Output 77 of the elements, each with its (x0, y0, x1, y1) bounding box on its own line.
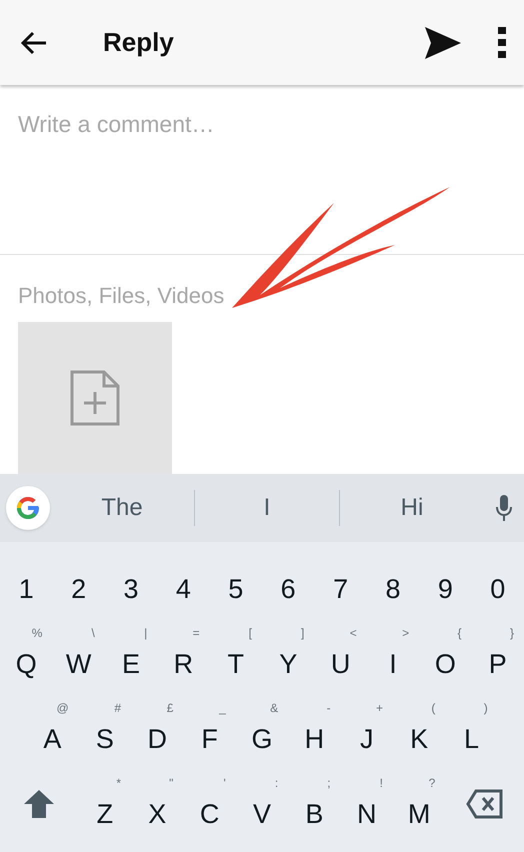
comment-field[interactable]: Write a comment… (0, 85, 524, 255)
keyboard-key[interactable]: - H (288, 692, 341, 767)
keyboard-key[interactable]: [ T (210, 616, 262, 692)
google-logo-icon[interactable] (6, 486, 50, 530)
key-hint: ; (327, 776, 331, 789)
keyboard-key[interactable]: 1 (0, 542, 52, 617)
key-hint: @ (56, 702, 69, 714)
keyboard-key[interactable]: @ A (26, 692, 79, 767)
key-hint: = (192, 626, 200, 639)
keyboard-key[interactable]: ; B (288, 766, 341, 842)
keyboard-key[interactable]: 9 (419, 542, 472, 617)
microphone-icon[interactable] (496, 494, 512, 522)
key-hint: _ (219, 702, 226, 714)
file-plus-icon (70, 370, 120, 426)
back-arrow-icon[interactable] (20, 30, 48, 55)
keyboard-key[interactable]: ] Y (262, 616, 314, 692)
word-suggestion[interactable]: I (195, 490, 339, 526)
keyboard-key[interactable]: ? M (392, 766, 446, 842)
key-hint: # (114, 702, 122, 714)
key-hint: : (274, 776, 278, 789)
keyboard-key[interactable]: & G (236, 692, 288, 767)
keyboard-key[interactable]: = R (157, 616, 210, 692)
attachments-label: Photos, Files, Videos (18, 282, 226, 310)
key-hint: > (402, 626, 410, 639)
keyboard-key[interactable]: 2 (52, 542, 105, 617)
app-bar-title: Reply (103, 26, 174, 60)
keyboard-key[interactable]: 8 (366, 542, 420, 617)
keyboard-key[interactable]: ' C (183, 766, 236, 842)
keyboard-key[interactable]: : V (236, 766, 288, 842)
keyboard-key[interactable]: ) L (445, 692, 498, 767)
key-hint: } (510, 626, 514, 639)
word-suggestion[interactable]: The (50, 490, 194, 526)
keyboard-key[interactable]: > I (366, 616, 420, 692)
key-hint: + (376, 702, 383, 714)
key-hint: ? (428, 776, 436, 789)
keyboard-key[interactable]: 4 (157, 542, 210, 617)
keyboard-key[interactable]: 6 (262, 542, 314, 617)
keyboard-key[interactable]: { O (419, 616, 472, 692)
keyboard-key[interactable]: # S (78, 692, 132, 767)
keyboard-key[interactable]: ! N (340, 766, 393, 842)
key-hint: - (326, 702, 331, 714)
keyboard-key[interactable]: 5 (210, 542, 262, 617)
key-hint: { (458, 626, 462, 639)
shift-arrow-icon (23, 789, 56, 820)
key-hint: ) (484, 702, 488, 714)
key-hint: ( (431, 702, 436, 714)
keyboard-key[interactable]: \ W (52, 616, 105, 692)
keyboard-key[interactable]: £ D (131, 692, 184, 767)
key-hint: ! (380, 776, 383, 789)
key-hint: ] (301, 626, 304, 639)
keyboard-key[interactable]: % Q (0, 616, 52, 692)
key-hint: £ (166, 702, 174, 714)
key-hint: " (169, 776, 174, 789)
keyboard-key[interactable]: < U (314, 616, 367, 692)
keyboard-key[interactable]: + J (340, 692, 393, 767)
keyboard-key[interactable]: | E (104, 616, 158, 692)
key-hint: * (116, 776, 122, 789)
keyboard-key[interactable]: 3 (104, 542, 158, 617)
keyboard-key[interactable]: * Z (78, 766, 132, 842)
backspace-icon (466, 789, 504, 820)
add-file-tile[interactable] (18, 322, 172, 474)
key-hint: < (350, 626, 357, 639)
key-hint: \ (91, 626, 95, 639)
word-suggestion[interactable]: Hi (340, 490, 484, 526)
keyboard-key[interactable]: 0 (472, 542, 524, 617)
key-hint: ' (224, 776, 226, 789)
more-options-icon[interactable] (498, 26, 506, 59)
keyboard-key[interactable]: } P (472, 616, 524, 692)
keyboard-key[interactable]: 7 (314, 542, 367, 617)
send-icon[interactable] (424, 26, 462, 60)
keyboard-key[interactable]: " X (131, 766, 184, 842)
key-hint: | (144, 626, 148, 639)
key-hint: & (270, 702, 278, 714)
key-hint: % (32, 626, 42, 639)
keyboard-key[interactable]: ( K (392, 692, 446, 767)
key-hint: [ (248, 626, 252, 639)
keyboard-key[interactable]: _ F (183, 692, 236, 767)
